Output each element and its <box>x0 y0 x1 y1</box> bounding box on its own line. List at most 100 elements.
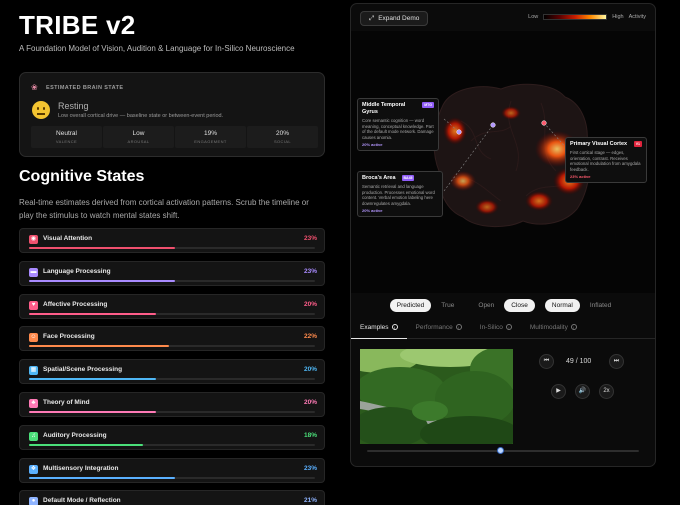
metric-label: SOCIAL <box>273 139 292 144</box>
region-marker-mtg[interactable] <box>456 129 462 135</box>
prediction-toggle: Predicted True <box>389 295 462 315</box>
metric-value: Neutral <box>56 130 77 137</box>
cognitive-state-track <box>29 411 315 413</box>
tab-label: Examples <box>360 324 389 331</box>
open-close-toggle: Open Close <box>471 295 535 315</box>
region-marker-v1[interactable] <box>541 120 547 126</box>
frame-counter: 49 / 100 <box>566 358 592 365</box>
cognitive-state-track <box>29 345 315 348</box>
cognitive-state-percent: 22% <box>303 333 317 341</box>
expand-icon: ⤢ <box>369 14 375 22</box>
region-card-v1[interactable]: Primary Visual Cortex V1 First cortical … <box>565 137 647 183</box>
cognitive-state-row[interactable]: ♥ Affective Processing 20% <box>19 293 325 319</box>
brain-state-label: ESTIMATED BRAIN STATE <box>46 85 124 91</box>
thought-icon: ● <box>29 497 38 505</box>
cognitive-state-name: Face Processing <box>43 333 95 341</box>
brain-icon: ❀ <box>31 83 38 92</box>
metric-social: 20% SOCIAL <box>247 126 318 148</box>
tab-label: In-Silico <box>479 324 503 331</box>
region-tag: MTG <box>422 102 434 108</box>
region-card-mtg[interactable]: Middle Temporal Gyrus MTG Core semantic … <box>357 98 439 151</box>
metric-arousal: Low AROUSAL <box>103 126 174 148</box>
toggle-close[interactable]: Close <box>504 298 535 312</box>
metric-engagement: 19% ENGAGEMENT <box>175 126 246 148</box>
region-card-broca[interactable]: Broca's Area BA45 Semantic retrieval and… <box>357 171 443 217</box>
cognitive-state-name: Affective Processing <box>43 300 108 308</box>
metric-value: 20% <box>275 130 289 137</box>
heart-icon: ♥ <box>29 300 38 310</box>
cognitive-state-level-bar <box>29 443 144 446</box>
tab-label: Performance <box>415 324 453 331</box>
region-activity: 20% active <box>362 142 383 147</box>
cognitive-state-row[interactable]: ❖ Multisensory Integration 23% <box>19 457 325 483</box>
cognitive-state-track <box>29 279 315 282</box>
region-tag: BA45 <box>401 175 415 181</box>
info-icon: i <box>505 324 512 330</box>
cognitive-state-percent: 20% <box>303 399 317 406</box>
video-frame <box>360 349 513 444</box>
neutral-face-icon <box>32 101 50 119</box>
toggle-open[interactable]: Open <box>471 299 501 312</box>
cognitive-state-percent: 23% <box>303 267 317 275</box>
cognitive-state-level-bar <box>29 312 157 315</box>
tab-multimodality[interactable]: Multimodality i <box>521 321 586 339</box>
brain-viewer[interactable]: Middle Temporal Gyrus MTG Core semantic … <box>351 31 655 293</box>
cognitive-state-row[interactable]: ● Default Mode / Reflection 21% <box>19 490 325 505</box>
cognitive-state-percent: 23% <box>303 464 317 472</box>
page-title: TRIBE v2 <box>19 10 136 40</box>
info-icon: i <box>455 324 462 330</box>
stimulus-video[interactable] <box>360 349 513 444</box>
cognitive-state-level-bar <box>29 411 157 413</box>
face-icon: ☺ <box>29 333 38 343</box>
tab-in-silico[interactable]: In-Silico i <box>471 321 521 339</box>
cognitive-state-row[interactable]: ♫ Auditory Processing 18% <box>19 424 325 450</box>
skip-forward-icon[interactable]: ⏭ <box>609 354 624 369</box>
region-marker-broca[interactable] <box>490 122 496 128</box>
expand-demo-label: Expand Demo <box>378 15 420 22</box>
brain-state-card: ❀ ESTIMATED BRAIN STATE Resting Low over… <box>19 72 325 157</box>
toggle-predicted[interactable]: Predicted <box>389 298 432 312</box>
tab-label: Multimodality <box>529 324 568 331</box>
metric-label: ENGAGEMENT <box>194 139 227 144</box>
cognitive-state-track <box>29 247 315 249</box>
toggle-normal[interactable]: Normal <box>544 298 580 312</box>
cognitive-state-row[interactable]: ♣ Theory of Mind 20% <box>19 392 325 417</box>
play-icon[interactable]: ▶ <box>551 384 566 399</box>
cognitive-state-name: Auditory Processing <box>43 431 107 439</box>
cognitive-state-track <box>29 312 315 315</box>
brain-state-name: Resting <box>58 101 89 111</box>
toggle-inflated[interactable]: Inflated <box>583 299 618 312</box>
cognitive-state-row[interactable]: ▦ Spatial/Scene Processing 20% <box>19 359 325 385</box>
cognitive-states-description: Real-time estimates derived from cortica… <box>19 198 309 220</box>
cognitive-state-row[interactable]: ☺ Face Processing 22% <box>19 326 325 352</box>
speed-button[interactable]: 2x <box>599 384 614 399</box>
cognitive-state-row[interactable]: ▬ Language Processing 23% <box>19 260 325 286</box>
cognitive-state-percent: 23% <box>303 235 317 242</box>
cognitive-state-row[interactable]: ◉ Visual Attention 23% <box>19 228 325 253</box>
timeline-scrubber[interactable] <box>367 447 639 454</box>
metric-label: VALENCE <box>55 139 78 144</box>
cognitive-state-percent: 20% <box>303 366 317 374</box>
cognitive-state-name: Visual Attention <box>43 235 93 242</box>
region-description: Semantic retrieval and language producti… <box>362 184 435 206</box>
legend-activity: Activity <box>628 14 646 20</box>
eye-icon: ◉ <box>29 235 38 244</box>
cognitive-state-level-bar <box>29 247 176 249</box>
speech-bubble-icon: ▬ <box>29 267 38 277</box>
metric-valence: Neutral VALENCE <box>31 126 102 148</box>
toggle-true[interactable]: True <box>434 299 461 312</box>
skip-back-icon[interactable]: ⏮ <box>539 354 554 369</box>
region-activity: 20% active <box>362 208 383 213</box>
tab-performance[interactable]: Performance i <box>407 321 471 339</box>
legend-high: High <box>612 14 624 20</box>
tab-examples[interactable]: Examples i <box>351 321 407 339</box>
cognitive-states-title: Cognitive States <box>19 168 145 185</box>
surface-toggle: Normal Inflated <box>544 295 618 315</box>
info-icon: i <box>570 324 577 330</box>
speaker-icon[interactable]: 🔊 <box>575 384 590 399</box>
cognitive-state-name: Language Processing <box>43 267 111 275</box>
page-subtitle: A Foundation Model of Vision, Audition &… <box>19 44 295 53</box>
cognitive-state-name: Default Mode / Reflection <box>43 497 121 505</box>
timeline-handle[interactable] <box>497 447 505 454</box>
expand-demo-button[interactable]: ⤢ Expand Demo <box>360 11 429 26</box>
